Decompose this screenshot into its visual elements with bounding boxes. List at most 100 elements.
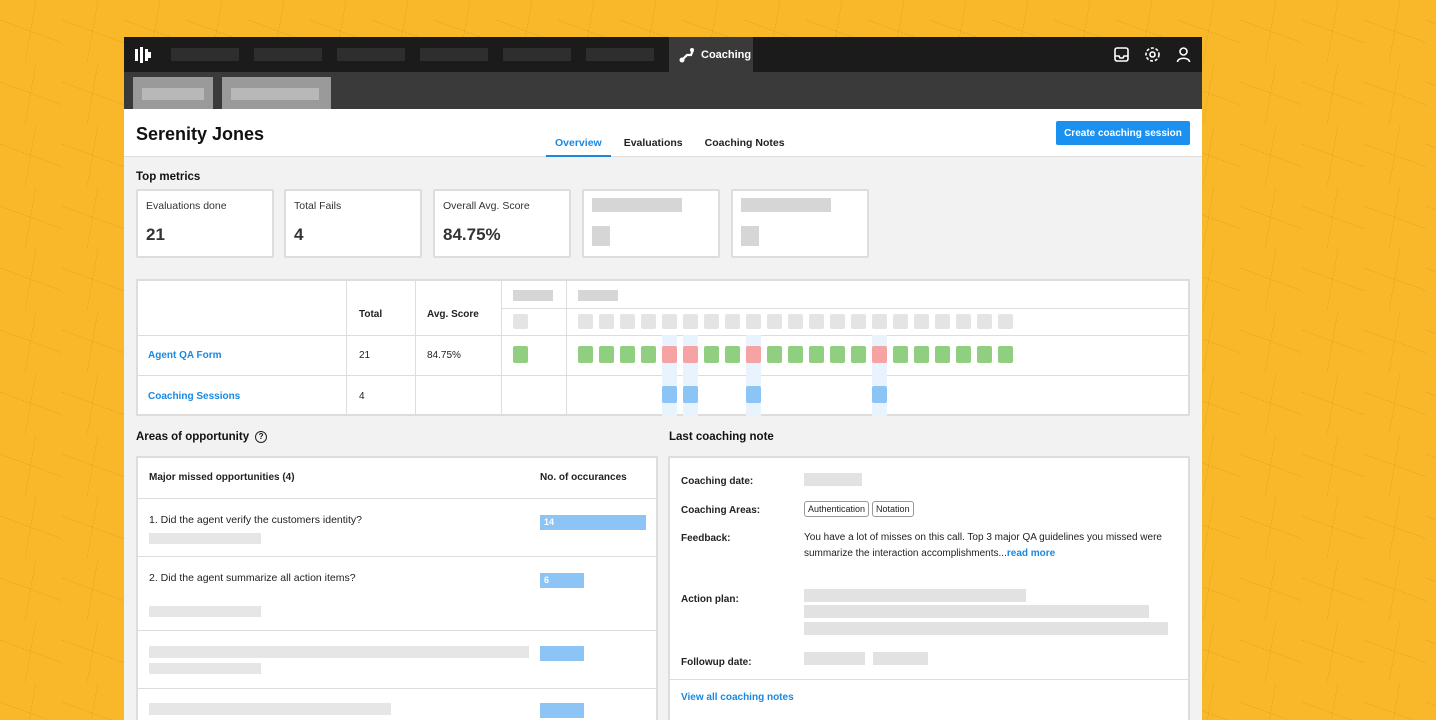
- placeholder-bar: [513, 314, 528, 329]
- evaluation-result-fail[interactable]: [683, 346, 698, 363]
- evaluation-header-cell: [851, 314, 866, 329]
- placeholder-bar: [578, 290, 618, 301]
- metric-value: 84.75%: [443, 225, 501, 244]
- evaluation-header-cell: [830, 314, 845, 329]
- nav-item-placeholder[interactable]: [254, 48, 322, 61]
- logo-icon[interactable]: [134, 46, 152, 64]
- evaluation-result-pass[interactable]: [578, 346, 593, 363]
- row-total: 21: [359, 350, 371, 361]
- list-item[interactable]: [138, 630, 656, 688]
- evaluation-result-fail[interactable]: [746, 346, 761, 363]
- placeholder-bar: [149, 646, 529, 658]
- nav-item-placeholder[interactable]: [171, 48, 239, 61]
- list-item[interactable]: 2. Did the agent summarize all action it…: [138, 556, 656, 630]
- list-item[interactable]: [138, 688, 656, 720]
- evaluation-header-cell: [956, 314, 971, 329]
- placeholder-bar: [513, 290, 553, 301]
- occurrence-bar: [540, 703, 584, 718]
- occurrence-bar: 14: [540, 515, 646, 530]
- feedback-text: You have a lot of misses on this call. T…: [804, 532, 1162, 559]
- action-plan-label: Action plan:: [681, 594, 739, 605]
- feedback-label: Feedback:: [681, 533, 731, 544]
- column-header-count: No. of occurances: [540, 472, 627, 483]
- tab-overview[interactable]: Overview: [546, 137, 611, 157]
- coaching-areas-label: Coaching Areas:: [681, 505, 761, 516]
- evaluation-result-pass[interactable]: [998, 346, 1013, 363]
- column-header-question: Major missed opportunities (4): [149, 472, 295, 483]
- row-total: 4: [359, 391, 365, 402]
- evaluation-result-pass[interactable]: [893, 346, 908, 363]
- sub-tab-placeholder[interactable]: [222, 77, 331, 109]
- coaching-session-marker[interactable]: [683, 386, 698, 403]
- placeholder-bar: [592, 198, 682, 212]
- evaluation-header-cell: [620, 314, 635, 329]
- tab-evaluations[interactable]: Evaluations: [615, 137, 692, 157]
- inbox-icon[interactable]: [1113, 46, 1130, 63]
- placeholder-bar: [741, 198, 831, 212]
- evaluation-header-cell: [809, 314, 824, 329]
- read-more-link[interactable]: read more: [1007, 548, 1055, 559]
- metric-card-evaluations: Evaluations done 21: [136, 189, 274, 258]
- nav-item-placeholder[interactable]: [586, 48, 654, 61]
- evaluation-result-pass[interactable]: [767, 346, 782, 363]
- coaching-session-marker[interactable]: [746, 386, 761, 403]
- coaching-session-marker[interactable]: [872, 386, 887, 403]
- agent-name: Serenity Jones: [136, 124, 265, 144]
- metric-card-placeholder: [731, 189, 869, 258]
- user-icon[interactable]: [1175, 46, 1192, 63]
- evaluation-result-fail[interactable]: [872, 346, 887, 363]
- occurrence-bar: [540, 646, 584, 661]
- gear-icon[interactable]: [1144, 46, 1161, 63]
- evaluation-result-pass[interactable]: [851, 346, 866, 363]
- placeholder-bar: [149, 533, 261, 544]
- row-link-coaching-sessions[interactable]: Coaching Sessions: [148, 391, 240, 402]
- metric-label: Overall Avg. Score: [443, 200, 530, 212]
- last-note-title: Last coaching note: [669, 431, 774, 443]
- placeholder-bar: [804, 589, 1026, 602]
- tab-coaching-notes[interactable]: Coaching Notes: [696, 137, 794, 157]
- coaching-area-chips: Authentication Notation: [804, 499, 917, 517]
- placeholder-bar: [149, 663, 261, 674]
- sub-tab-placeholder[interactable]: [133, 77, 213, 109]
- metric-label: Total Fails: [294, 200, 342, 212]
- evaluation-header-cell: [746, 314, 761, 329]
- sub-tab-bar: [124, 72, 1202, 109]
- evaluation-result-pass[interactable]: [725, 346, 740, 363]
- list-item[interactable]: 1. Did the agent verify the customers id…: [138, 498, 656, 556]
- nav-tab-coaching-label: Coaching: [701, 48, 752, 61]
- row-avg-score: 84.75%: [427, 350, 461, 361]
- evaluation-result-fail[interactable]: [662, 346, 677, 363]
- nav-item-placeholder[interactable]: [503, 48, 571, 61]
- metric-card-avg-score: Overall Avg. Score 84.75%: [433, 189, 571, 258]
- evaluation-result-pass[interactable]: [641, 346, 656, 363]
- evaluation-result-pass[interactable]: [704, 346, 719, 363]
- coaching-date-label: Coaching date:: [681, 476, 754, 487]
- coaching-session-marker[interactable]: [662, 386, 677, 403]
- top-metrics-title: Top metrics: [136, 171, 201, 183]
- evaluation-result-pass[interactable]: [788, 346, 803, 363]
- evaluation-result-pass[interactable]: [599, 346, 614, 363]
- evaluation-result-pass[interactable]: [809, 346, 824, 363]
- placeholder-bar: [149, 606, 261, 617]
- evaluation-result-pass[interactable]: [830, 346, 845, 363]
- nav-item-placeholder[interactable]: [337, 48, 405, 61]
- evaluation-result-pass[interactable]: [935, 346, 950, 363]
- evaluation-result-pass[interactable]: [977, 346, 992, 363]
- evaluation-result-pass[interactable]: [956, 346, 971, 363]
- placeholder-bar: [804, 473, 862, 486]
- view-all-coaching-notes-link[interactable]: View all coaching notes: [681, 692, 794, 703]
- evaluation-result-pass[interactable]: [620, 346, 635, 363]
- column-header-total: Total: [359, 309, 383, 320]
- row-link-agent-qa-form[interactable]: Agent QA Form: [148, 350, 222, 361]
- create-coaching-session-button[interactable]: Create coaching session: [1056, 121, 1190, 145]
- nav-item-placeholder[interactable]: [420, 48, 488, 61]
- metric-value: 4: [294, 225, 304, 244]
- evaluation-header-cell: [662, 314, 677, 329]
- help-icon[interactable]: ?: [255, 431, 268, 443]
- metric-card-fails: Total Fails 4: [284, 189, 422, 258]
- nav-tab-coaching[interactable]: Coaching: [669, 37, 753, 72]
- placeholder-bar: [804, 622, 1168, 635]
- evaluation-result-pass[interactable]: [914, 346, 929, 363]
- placeholder-bar: [741, 226, 759, 246]
- evaluation-header-cell: [977, 314, 992, 329]
